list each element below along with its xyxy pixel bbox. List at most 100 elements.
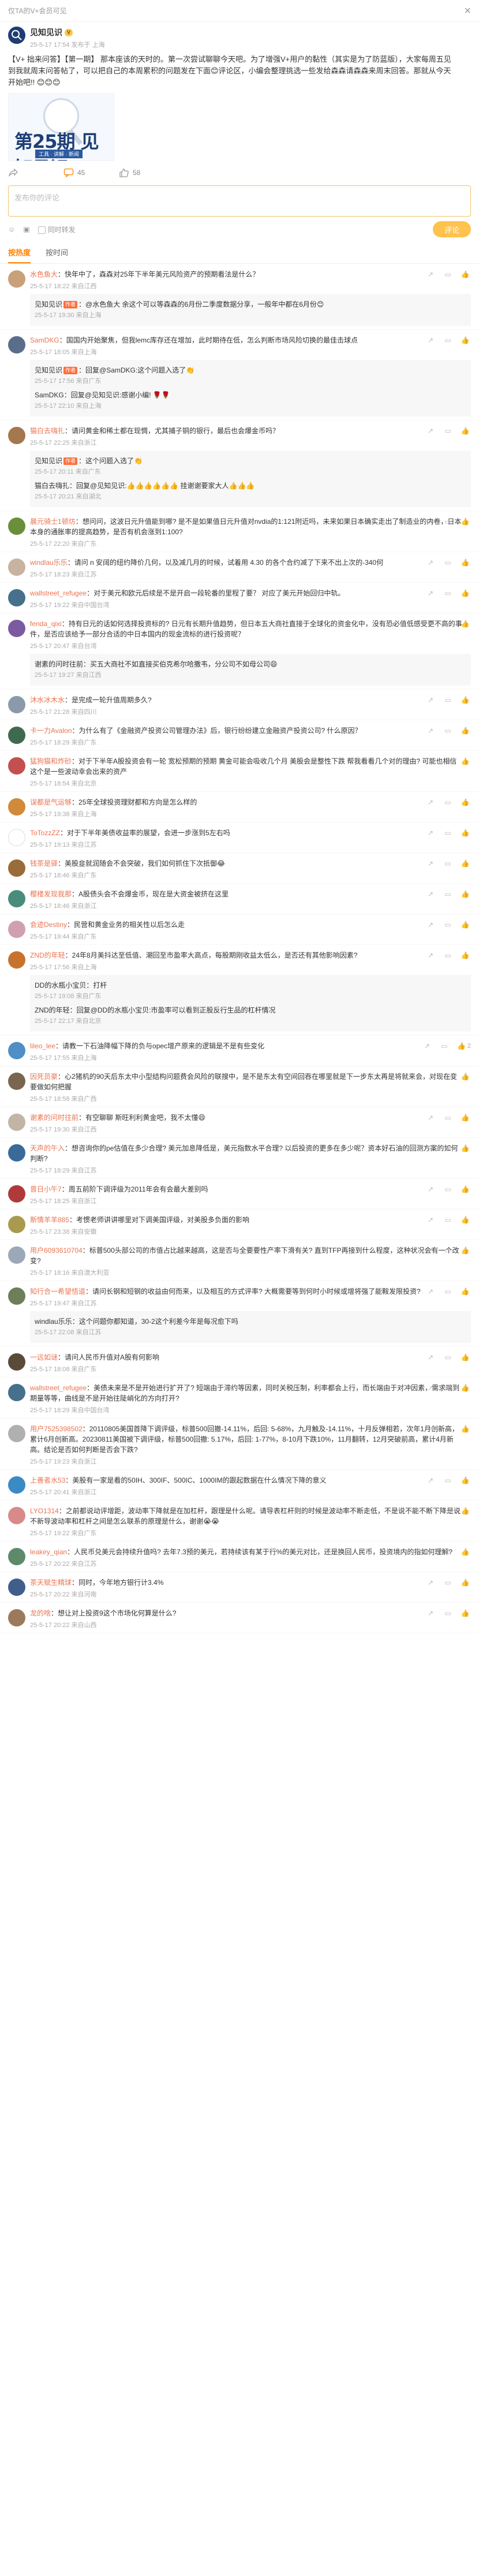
commenter-avatar[interactable] [8,1114,25,1131]
reply-icon[interactable]: ↗ [426,1073,435,1081]
comment-icon[interactable]: ▭ [444,589,452,597]
commenter-name[interactable]: 用户7525398502 [30,1425,83,1433]
tab-by-hot[interactable]: 按热度 [8,247,31,263]
reply-icon[interactable]: ↗ [423,1042,431,1050]
commenter-avatar[interactable] [8,696,25,713]
commenter-avatar[interactable] [8,859,25,877]
reply-icon[interactable]: ↗ [426,727,435,735]
reply-icon[interactable]: ↗ [426,1353,435,1361]
reply-icon[interactable]: ↗ [426,1185,435,1193]
like-button[interactable]: 👍 [461,1353,471,1361]
like-button[interactable]: 👍 [461,1609,471,1617]
like-button[interactable]: 👍 [461,1114,471,1122]
comment-icon[interactable]: ▭ [444,921,452,929]
commenter-name[interactable]: 上善者水53 [30,1476,65,1484]
author-name[interactable]: 见知见识 [30,27,62,38]
image-icon[interactable]: ▣ [23,225,29,233]
like-button[interactable]: 👍 [461,829,471,837]
emoji-icon[interactable]: ☺ [8,225,15,233]
reply-icon[interactable]: ↗ [426,798,435,806]
reply-icon[interactable]: ↗ [426,1287,435,1296]
comment-icon[interactable]: ▭ [444,427,452,435]
comment-icon[interactable]: ▭ [444,336,452,344]
comment-icon[interactable]: ▭ [444,829,452,837]
commenter-avatar[interactable] [8,727,25,744]
reply-icon[interactable]: ↗ [426,1384,435,1392]
commenter-avatar[interactable] [8,1353,25,1371]
comment-icon[interactable]: ▭ [444,727,452,735]
commenter-avatar[interactable] [8,336,25,353]
comment-icon[interactable]: ▭ [444,1246,452,1255]
commenter-avatar[interactable] [8,951,25,969]
reply-icon[interactable]: ↗ [426,1548,435,1556]
reply-icon[interactable]: ↗ [426,1144,435,1152]
reply-icon[interactable]: ↗ [426,620,435,628]
commenter-avatar[interactable] [8,559,25,576]
like-button[interactable]: 👍 [461,727,471,735]
commenter-avatar[interactable] [8,1287,25,1305]
commenter-name[interactable]: SamDKG [30,336,59,344]
commenter-avatar[interactable] [8,757,25,775]
like-button[interactable]: 👍 [461,270,471,278]
like-button[interactable]: 👍 [461,1073,471,1081]
like-button[interactable]: 👍 [461,951,471,959]
comment-input[interactable]: 发布你的评论 [8,185,471,217]
comment-icon[interactable]: ▭ [440,1042,448,1050]
comment-icon[interactable]: ▭ [444,518,452,526]
reply-author[interactable]: 猫白去嗨扎 [35,482,69,490]
commenter-avatar[interactable] [8,1384,25,1401]
like-button[interactable]: 👍 [461,559,471,567]
comment-button[interactable]: 45 [63,168,119,177]
share-button[interactable] [8,168,63,177]
commenter-avatar[interactable] [8,890,25,907]
commenter-avatar[interactable] [8,829,25,846]
comment-icon[interactable]: ▭ [444,1185,452,1193]
tab-by-time[interactable]: 按时间 [46,247,68,263]
checkbox[interactable] [38,226,46,234]
commenter-name[interactable]: ZND的年轻 [30,951,65,959]
commenter-name[interactable]: 用户6093610704 [30,1246,83,1255]
comment-icon[interactable]: ▭ [444,1216,452,1224]
comment-icon[interactable]: ▭ [444,1287,452,1296]
comment-icon[interactable]: ▭ [444,1353,452,1361]
reply-icon[interactable]: ↗ [426,336,435,344]
like-button[interactable]: 👍 [461,427,471,435]
commenter-name[interactable]: LYO1314 [30,1507,59,1515]
comment-icon[interactable]: ▭ [444,1476,452,1484]
like-button[interactable]: 👍 [461,921,471,929]
reply-icon[interactable]: ↗ [426,1507,435,1515]
commenter-avatar[interactable] [8,1476,25,1494]
like-button[interactable]: 👍 [461,757,471,765]
commenter-name[interactable]: 猫白去嗨扎 [30,427,65,435]
comment-icon[interactable]: ▭ [444,890,452,898]
reply-icon[interactable]: ↗ [426,1216,435,1224]
commenter-name[interactable]: 曾日小午7 [30,1185,62,1193]
comment-icon[interactable]: ▭ [444,1073,452,1081]
post-image[interactable]: 第25期 见知见识 工具 · 讲解 · 新闻 [8,93,114,161]
commenter-avatar[interactable] [8,1216,25,1233]
commenter-name[interactable]: 沐水冰木水 [30,696,65,704]
reply-author[interactable]: ZND的年轻 [35,1006,70,1014]
comment-icon[interactable]: ▭ [444,1384,452,1392]
commenter-avatar[interactable] [8,1246,25,1264]
like-button[interactable]: 👍 [461,589,471,597]
commenter-name[interactable]: 樱楼发现我那 [30,890,72,898]
commenter-name[interactable]: 茶天赋生精球 [30,1579,72,1587]
comment-icon[interactable]: ▭ [444,798,452,806]
reply-icon[interactable]: ↗ [426,696,435,704]
commenter-avatar[interactable] [8,921,25,938]
author-avatar[interactable] [8,27,25,44]
reply-icon[interactable]: ↗ [426,1425,435,1433]
reply-icon[interactable]: ↗ [426,427,435,435]
like-button[interactable]: 👍 [461,1425,471,1433]
comment-icon[interactable]: ▭ [444,696,452,704]
reply-icon[interactable]: ↗ [426,1609,435,1617]
reply-icon[interactable]: ↗ [426,589,435,597]
like-button[interactable]: 👍 [461,1507,471,1515]
also-repost-toggle[interactable]: 同时转发 [38,225,76,234]
comment-icon[interactable]: ▭ [444,859,452,868]
commenter-name[interactable]: 误都是气运够 [30,798,72,806]
commenter-name[interactable]: ToTozzZZ [30,829,60,837]
comment-icon[interactable]: ▭ [444,1609,452,1617]
commenter-name[interactable]: leakey_qian [30,1548,67,1556]
